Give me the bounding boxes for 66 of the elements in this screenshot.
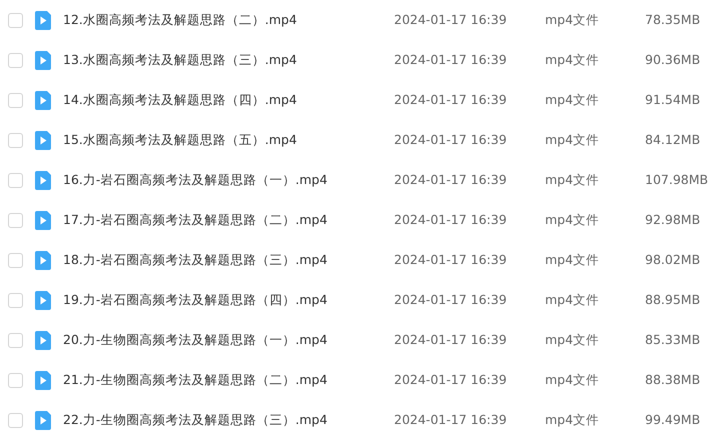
checkbox[interactable]	[8, 372, 23, 388]
checkbox[interactable]	[8, 292, 23, 308]
modified-date: 2024-01-17 16:39	[394, 172, 507, 187]
file-size: 92.98MB	[645, 212, 700, 227]
file-type: mp4文件	[545, 52, 600, 67]
video-file-icon	[35, 410, 51, 430]
modified-date: 2024-01-17 16:39	[394, 412, 507, 427]
file-type: mp4文件	[545, 252, 600, 267]
checkbox[interactable]	[8, 412, 23, 428]
file-name[interactable]: 13.水圈高频考法及解题思路（三）.mp4	[63, 52, 297, 67]
modified-date: 2024-01-17 16:39	[394, 132, 507, 147]
file-size: 88.38MB	[645, 372, 700, 387]
video-file-icon	[35, 130, 51, 150]
video-file-icon	[35, 210, 51, 230]
file-type: mp4文件	[545, 172, 600, 187]
checkbox[interactable]	[8, 92, 23, 108]
file-name[interactable]: 19.力-岩石圈高频考法及解题思路（四）.mp4	[63, 292, 328, 307]
file-size: 90.36MB	[645, 52, 700, 67]
file-size: 98.02MB	[645, 252, 700, 267]
checkbox[interactable]	[8, 172, 23, 188]
video-file-icon	[35, 90, 51, 110]
file-name[interactable]: 15.水圈高频考法及解题思路（五）.mp4	[63, 132, 297, 147]
file-size: 107.98MB	[645, 172, 708, 187]
checkbox[interactable]	[8, 212, 23, 228]
file-type: mp4文件	[545, 92, 600, 107]
file-size: 85.33MB	[645, 332, 700, 347]
file-size: 91.54MB	[645, 92, 700, 107]
file-size: 84.12MB	[645, 132, 700, 147]
file-name[interactable]: 12.水圈高频考法及解题思路（二）.mp4	[63, 12, 297, 27]
video-file-icon	[35, 170, 51, 190]
modified-date: 2024-01-17 16:39	[394, 252, 507, 267]
modified-date: 2024-01-17 16:39	[394, 12, 507, 27]
video-file-icon	[35, 50, 51, 70]
file-type: mp4文件	[545, 12, 600, 27]
file-name[interactable]: 16.力-岩石圈高频考法及解题思路（一）.mp4	[63, 172, 328, 187]
video-file-icon	[35, 290, 51, 310]
file-name[interactable]: 17.力-岩石圈高频考法及解题思路（二）.mp4	[63, 212, 328, 227]
file-size: 78.35MB	[645, 12, 700, 27]
checkbox[interactable]	[8, 52, 23, 68]
file-type: mp4文件	[545, 212, 600, 227]
file-name[interactable]: 21.力-生物圈高频考法及解题思路（二）.mp4	[63, 372, 328, 387]
modified-date: 2024-01-17 16:39	[394, 52, 507, 67]
file-size: 88.95MB	[645, 292, 700, 307]
modified-date: 2024-01-17 16:39	[394, 292, 507, 307]
file-type: mp4文件	[545, 132, 600, 147]
file-type: mp4文件	[545, 292, 600, 307]
file-name[interactable]: 20.力-生物圈高频考法及解题思路（一）.mp4	[63, 332, 328, 347]
checkbox[interactable]	[8, 12, 23, 28]
video-file-icon	[35, 250, 51, 270]
checkbox[interactable]	[8, 332, 23, 348]
file-name[interactable]: 18.力-岩石圈高频考法及解题思路（三）.mp4	[63, 252, 328, 267]
modified-date: 2024-01-17 16:39	[394, 372, 507, 387]
video-file-icon	[35, 370, 51, 390]
modified-date: 2024-01-17 16:39	[394, 92, 507, 107]
video-file-icon	[35, 330, 51, 350]
modified-date: 2024-01-17 16:39	[394, 332, 507, 347]
checkbox[interactable]	[8, 252, 23, 268]
file-name[interactable]: 22.力-生物圈高频考法及解题思路（三）.mp4	[63, 412, 328, 427]
checkbox[interactable]	[8, 132, 23, 148]
modified-date: 2024-01-17 16:39	[394, 212, 507, 227]
file-size: 99.49MB	[645, 412, 700, 427]
file-type: mp4文件	[545, 372, 600, 387]
video-file-icon	[35, 10, 51, 30]
file-name[interactable]: 14.水圈高频考法及解题思路（四）.mp4	[63, 92, 297, 107]
file-type: mp4文件	[545, 332, 600, 347]
file-type: mp4文件	[545, 412, 600, 427]
